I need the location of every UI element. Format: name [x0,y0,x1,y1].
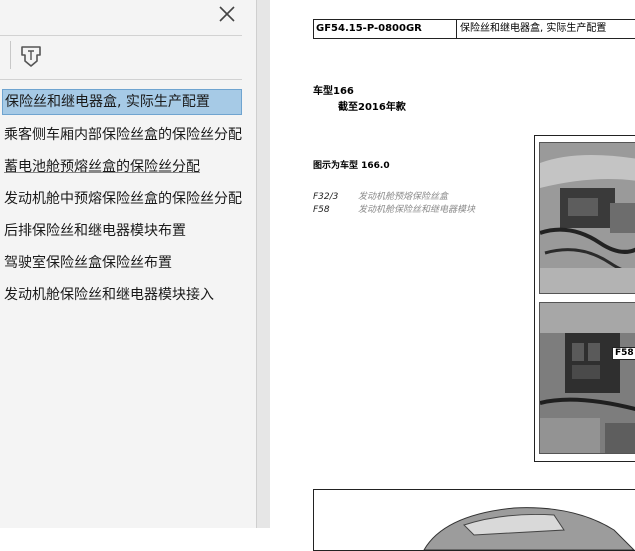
bookmark-label: 保险丝和继电器盒, 实际生产配置 [5,94,210,110]
legend-row: F58 发动机舱保险丝和继电器模块 [313,204,475,217]
figure-caption: 图示为车型 166.0 [313,161,390,171]
pane-divider [0,79,242,80]
bookmark-label: 蓄电池舱预熔丝盒的保险丝分配 [4,159,200,175]
bookmark-item[interactable]: 蓄电池舱预熔丝盒的保险丝分配 [0,155,252,179]
bookmark-item-selected[interactable]: 保险丝和继电器盒, 实际生产配置 [2,89,242,115]
document-header-table: GF54.15-P-0800GR 保险丝和继电器盒, 实际生产配置 [313,19,635,39]
model-line: 车型166 [313,86,354,97]
legend-description: 发动机舱预熔保险丝盒 [358,192,449,202]
document-title: 保险丝和继电器盒, 实际生产配置 [460,23,607,34]
bookmark-list: 保险丝和继电器盒, 实际生产配置 乘客侧车厢内部保险丝盒的保险丝分配 蓄电池舱预… [0,89,252,315]
callout-label: F58 [612,347,635,360]
close-icon[interactable] [217,4,237,24]
figure-frame-2 [313,489,635,551]
engine-bay-photo [539,142,635,294]
legend-row: F32/3 发动机舱预熔保险丝盒 [313,191,475,204]
bookmark-item[interactable]: 驾驶室保险丝盒保险丝布置 [0,251,252,275]
legend-description: 发动机舱保险丝和继电器模块 [358,205,476,215]
bookmark-item[interactable]: 发动机舱保险丝和继电器模块接入 [0,283,252,307]
bookmark-label: 发动机舱中预熔保险丝盒的保险丝分配 [4,191,242,207]
bookmarks-pane: 保险丝和继电器盒, 实际生产配置 乘客侧车厢内部保险丝盒的保险丝分配 蓄电池舱预… [0,0,257,528]
document-page: GF54.15-P-0800GR 保险丝和继电器盒, 实际生产配置 车型166 … [270,0,635,551]
bookmark-options-icon[interactable] [19,44,43,70]
bookmark-label: 发动机舱保险丝和继电器模块接入 [4,287,214,303]
document-code: GF54.15-P-0800GR [314,20,457,38]
vehicle-illustration [423,507,635,550]
bookmark-label: 乘客侧车厢内部保险丝盒的保险丝分配 [4,127,242,143]
legend: F32/3 发动机舱预熔保险丝盒 F58 发动机舱保险丝和继电器模块 [313,191,475,217]
bookmark-item[interactable]: 发动机舱中预熔保险丝盒的保险丝分配 [0,187,252,211]
pane-divider [0,35,242,36]
viewer-gutter [257,0,270,528]
fuse-module-photo: F58 [539,302,635,454]
bookmark-item[interactable]: 后排保险丝和继电器模块布置 [0,219,252,243]
bookmark-label: 后排保险丝和继电器模块布置 [4,223,186,239]
model-year-line: 截至2016年款 [338,102,406,113]
bookmark-item[interactable]: 乘客侧车厢内部保险丝盒的保险丝分配 [0,123,252,147]
figure-frame: F58 [534,135,635,462]
legend-code: F58 [313,205,330,215]
toolbar-divider [10,41,11,69]
bookmark-label: 驾驶室保险丝盒保险丝布置 [4,255,172,271]
legend-code: F32/3 [313,192,339,202]
